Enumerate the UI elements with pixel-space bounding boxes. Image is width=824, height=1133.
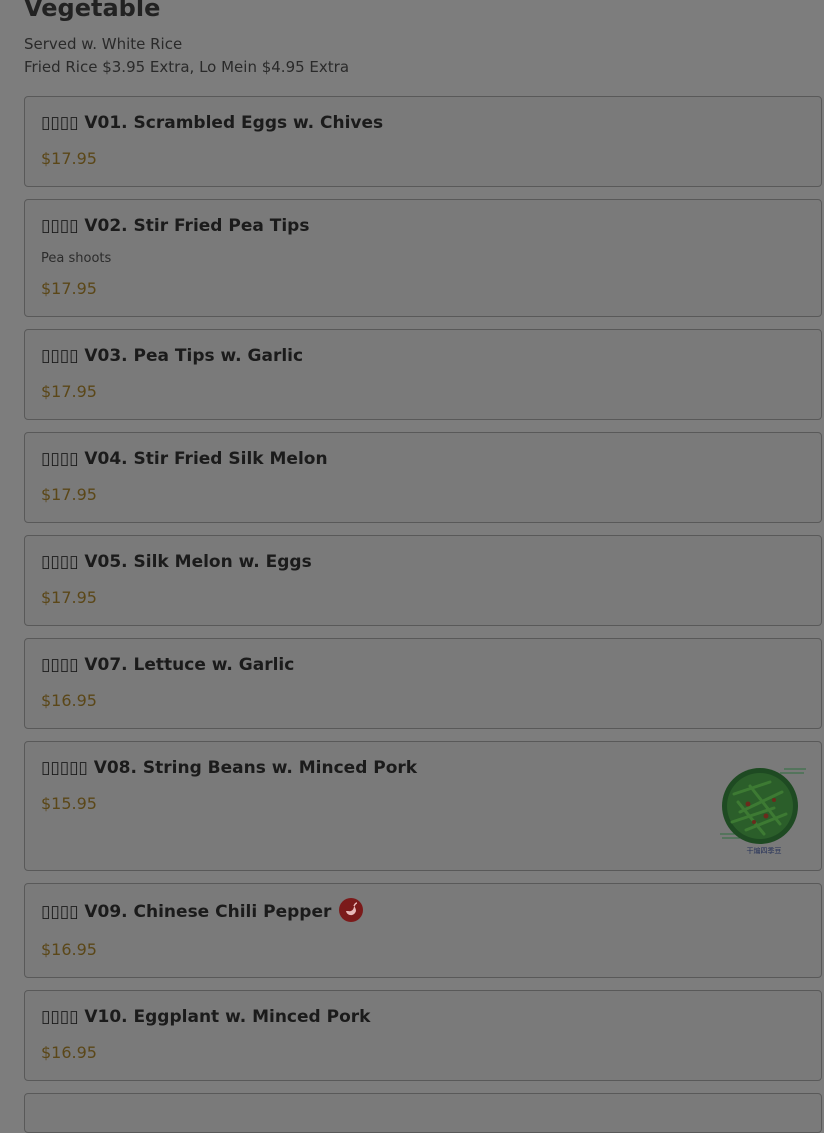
dish-photo[interactable]: 干煸四季豆 xyxy=(720,764,808,856)
menu-item-title: ▯▯▯▯ V01. Scrambled Eggs w. Chives xyxy=(41,113,384,133)
menu-item-price: $17.95 xyxy=(41,382,97,401)
menu-item-card[interactable]: ▯▯▯▯ V07. Lettuce w. Garlic $16.95 xyxy=(24,638,822,729)
menu-item-card[interactable]: ▯▯▯▯ V01. Scrambled Eggs w. Chives $17.9… xyxy=(24,96,822,187)
menu-item-card[interactable]: ▯▯▯▯ V02. Stir Fried Pea Tips Pea shoots… xyxy=(24,199,822,317)
menu-item-card[interactable]: ▯▯▯▯ V05. Silk Melon w. Eggs $17.95 xyxy=(24,535,822,626)
section-title: Vegetable xyxy=(24,0,161,22)
menu-item-card[interactable]: ▯▯▯▯ V09. Chinese Chili Pepper $16.95 xyxy=(24,883,822,978)
menu-item-price: $16.95 xyxy=(41,1043,97,1062)
menu-item-price: $15.95 xyxy=(41,794,97,813)
menu-item-description: Pea shoots xyxy=(41,251,112,266)
menu-item-price: $16.95 xyxy=(41,940,97,959)
menu-item-card[interactable]: ▯▯▯▯ V03. Pea Tips w. Garlic $17.95 xyxy=(24,329,822,420)
menu-item-title: ▯▯▯▯ V07. Lettuce w. Garlic xyxy=(41,655,295,675)
menu-item-price: $17.95 xyxy=(41,588,97,607)
menu-item-title: ▯▯▯▯ V09. Chinese Chili Pepper xyxy=(41,902,332,922)
menu-item-price: $17.95 xyxy=(41,485,97,504)
menu-item-title: ▯▯▯▯ V10. Eggplant w. Minced Pork xyxy=(41,1007,371,1027)
menu-item-card[interactable]: ▯▯▯▯▯ V08. String Beans w. Minced Pork $… xyxy=(24,741,822,871)
menu-item-card[interactable]: ▯▯▯▯ V04. Stir Fried Silk Melon $17.95 xyxy=(24,432,822,523)
menu-item-title-row: ▯▯▯▯ V09. Chinese Chili Pepper xyxy=(41,898,364,924)
menu-item-title: ▯▯▯▯ V03. Pea Tips w. Garlic xyxy=(41,346,304,366)
dish-photo-caption: 干煸四季豆 xyxy=(746,847,782,855)
menu-item-title: ▯▯▯▯▯ V08. String Beans w. Minced Pork xyxy=(41,758,418,778)
spicy-chili-icon xyxy=(339,898,364,922)
menu-item-card[interactable]: ▯▯▯▯ V10. Eggplant w. Minced Pork $16.95 xyxy=(24,990,822,1081)
menu-item-card[interactable] xyxy=(24,1093,822,1133)
menu-item-price: $17.95 xyxy=(41,279,97,298)
menu-item-price: $16.95 xyxy=(41,691,97,710)
menu-item-title: ▯▯▯▯ V05. Silk Melon w. Eggs xyxy=(41,552,312,572)
menu-item-title: ▯▯▯▯ V02. Stir Fried Pea Tips xyxy=(41,216,310,236)
section-note-rice: Served w. White Rice xyxy=(24,35,183,53)
section-note-extras: Fried Rice $3.95 Extra, Lo Mein $4.95 Ex… xyxy=(24,58,350,76)
menu-item-title: ▯▯▯▯ V04. Stir Fried Silk Melon xyxy=(41,449,328,469)
menu-item-price: $17.95 xyxy=(41,149,97,168)
